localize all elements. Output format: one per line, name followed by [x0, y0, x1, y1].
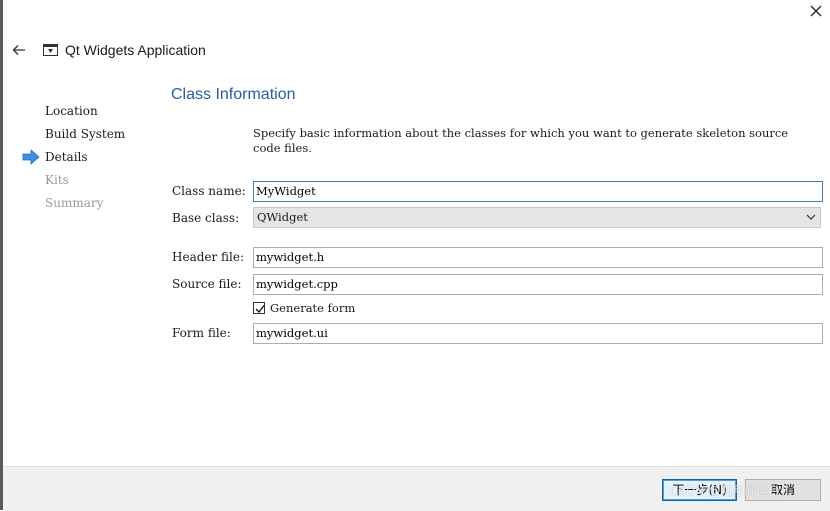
checkmark-icon [255, 305, 265, 313]
window-left-edge [0, 0, 3, 510]
step-build-system: Build System [45, 127, 126, 141]
page-description: Specify basic information about the clas… [253, 126, 789, 155]
page-title: Class Information [171, 86, 296, 103]
close-button[interactable] [804, 0, 828, 22]
step-details: Details [22, 149, 125, 172]
step-summary: Summary [45, 196, 104, 210]
chevron-down-icon [806, 214, 816, 220]
generate-form-label: Generate form [270, 301, 356, 315]
step-location: Location [45, 104, 98, 118]
cancel-button[interactable]: 取消 [745, 479, 821, 501]
class-name-label: Class name: [172, 184, 246, 198]
wizard-steps: Location Build System Details Kits Summa… [22, 103, 126, 218]
form-file-input[interactable]: mywidget.ui [253, 323, 823, 344]
source-file-label: Source file: [172, 277, 242, 291]
checkbox-box[interactable] [253, 302, 265, 314]
next-button[interactable]: 下一步(N) [662, 479, 737, 501]
base-class-select[interactable]: QWidget [253, 207, 821, 228]
step-kits: Kits [45, 173, 69, 187]
source-file-input[interactable]: mywidget.cpp [253, 274, 823, 295]
wizard-title: Qt Widgets Application [65, 42, 206, 58]
generate-form-checkbox[interactable]: Generate form [253, 301, 355, 315]
window-icon [43, 44, 58, 56]
form-file-label: Form file: [172, 326, 231, 340]
base-class-label: Base class: [172, 211, 240, 225]
step-details-label: Details [45, 150, 88, 164]
header-file-label: Header file: [172, 250, 245, 264]
base-class-value: QWidget [257, 210, 308, 224]
current-step-arrow-icon [22, 149, 40, 165]
close-icon [810, 5, 822, 17]
back-button[interactable] [9, 40, 29, 60]
class-name-input[interactable]: MyWidget [253, 181, 823, 202]
header-file-input[interactable]: mywidget.h [253, 247, 823, 268]
arrow-left-icon [12, 45, 25, 55]
